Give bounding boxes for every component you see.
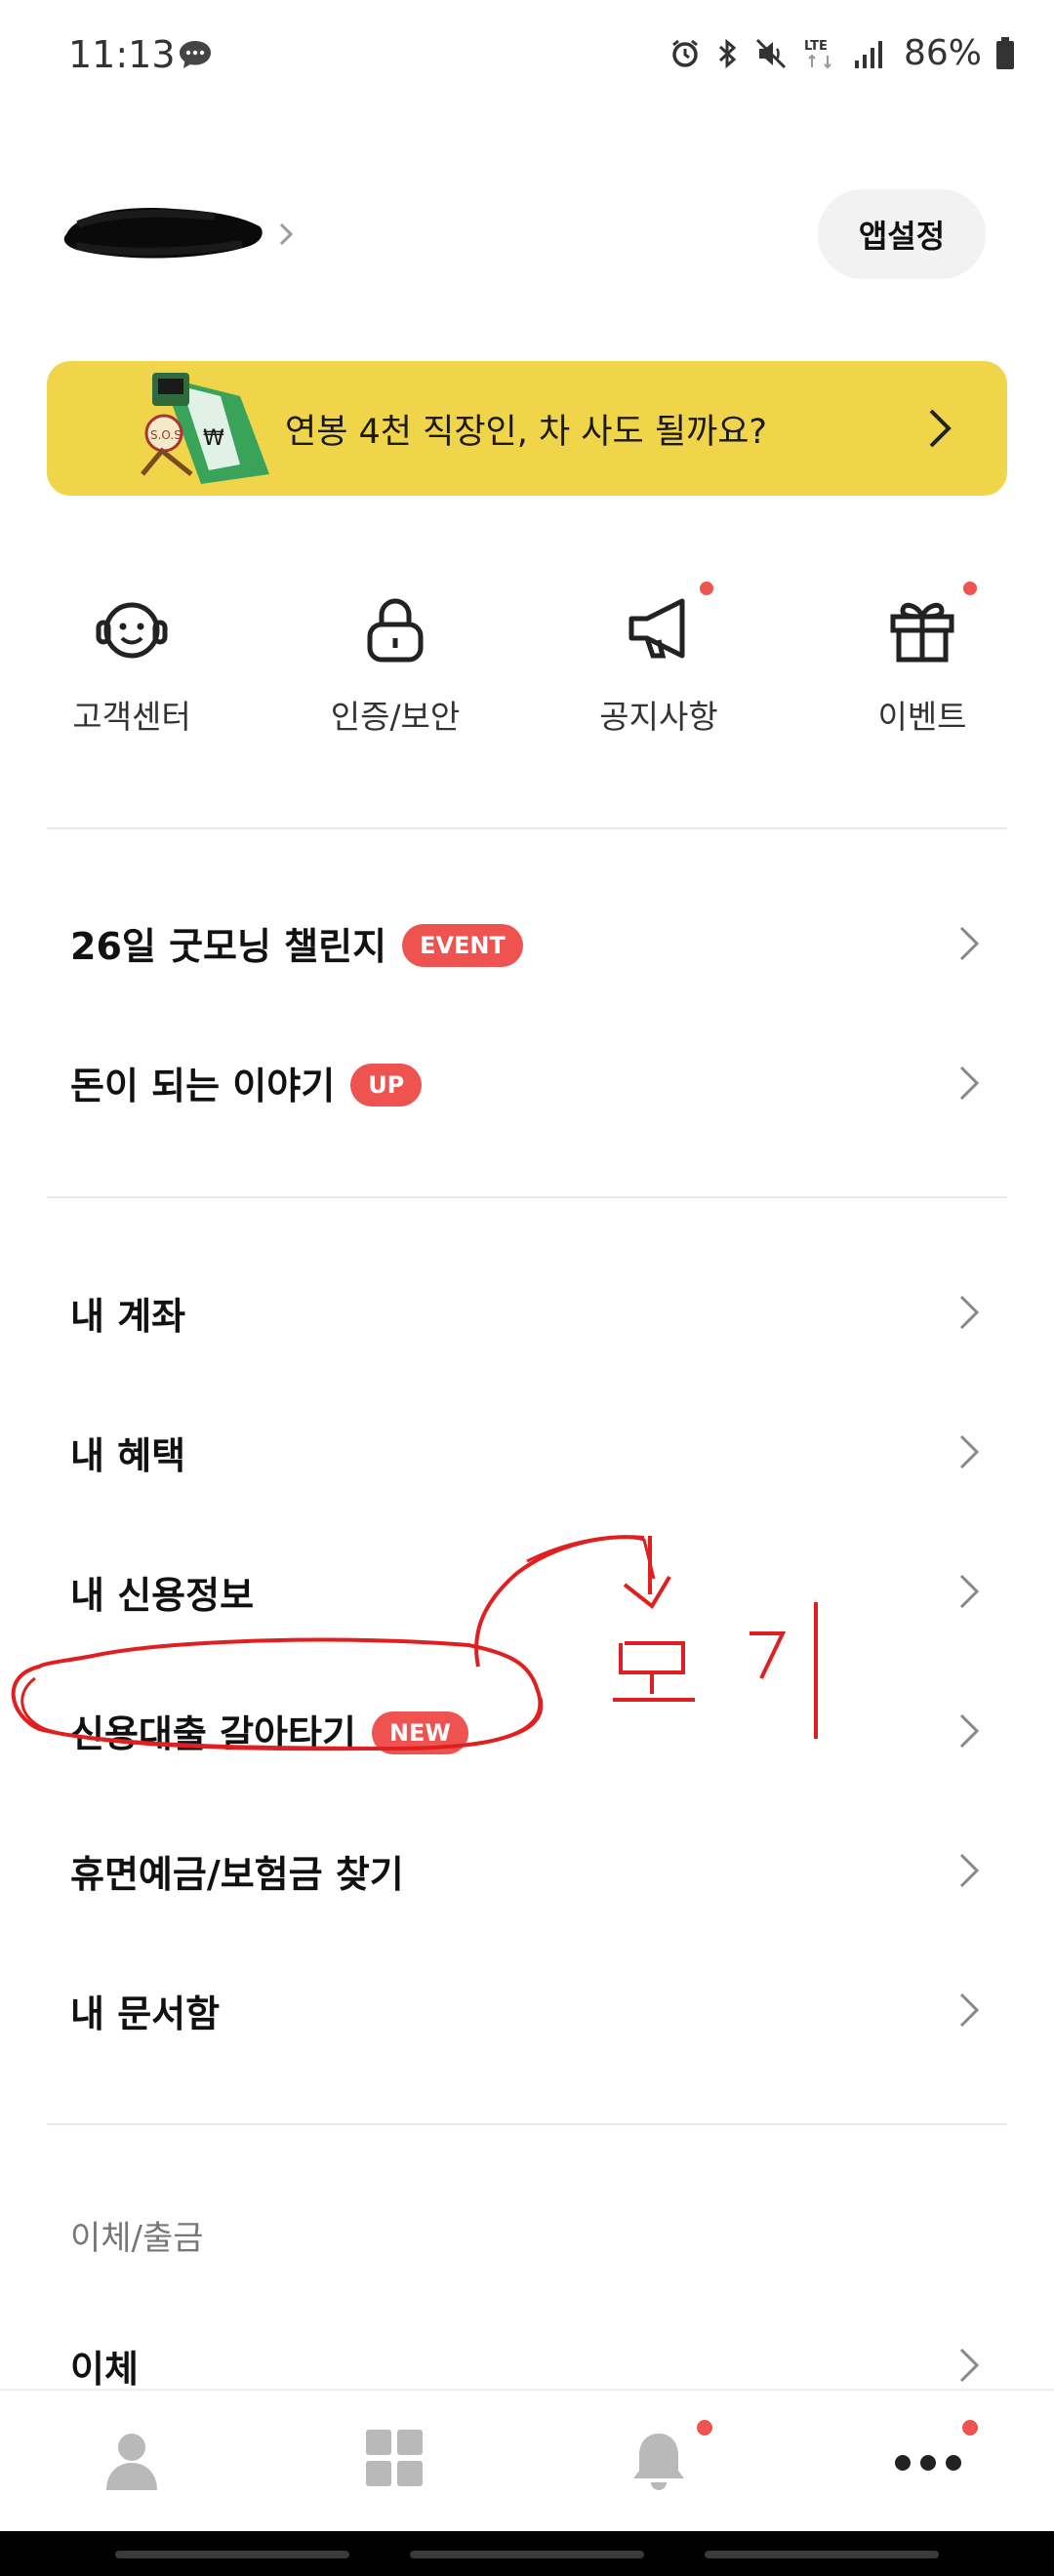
alarm-icon [672, 39, 698, 67]
quick-item-event[interactable]: 이벤트 [825, 576, 1020, 751]
nav-menu-grid[interactable] [264, 2391, 527, 2533]
quick-item-customer-center[interactable]: 고객센터 [34, 576, 229, 751]
row-label: 돈이 되는 이야기 UP [70, 1056, 423, 1110]
divider [47, 2123, 1007, 2125]
mute-icon [755, 38, 787, 68]
row-label: 이체 [70, 2347, 139, 2391]
nav-notifications[interactable] [527, 2391, 790, 2533]
quick-label: 인증/보안 [330, 698, 461, 736]
list-item-my-documents[interactable]: 내 문서함 [0, 1952, 1054, 2069]
notification-dot [697, 2420, 712, 2435]
gesture-line [115, 2551, 349, 2558]
battery-icon [996, 36, 1014, 69]
section-caption-transfer: 이체/출금 [70, 2219, 204, 2258]
app-settings-button[interactable]: 앱설정 [818, 189, 986, 279]
quick-item-notice[interactable]: 공지사항 [561, 576, 756, 751]
bluetooth-icon [718, 38, 737, 68]
grid-icon [366, 2430, 423, 2486]
svg-text:LTE: LTE [804, 39, 828, 54]
megaphone-icon [628, 598, 685, 659]
banner-illustration-icon: S.O.S ₩ [141, 373, 269, 484]
event-dot [963, 582, 977, 595]
status-bar: 11:13 LTE 86% [0, 0, 1054, 117]
quick-label: 고객센터 [72, 698, 191, 736]
chevron-right-icon [959, 1992, 980, 2028]
person-icon [106, 2434, 157, 2490]
quick-item-security[interactable]: 인증/보안 [298, 576, 493, 751]
signal-icon [854, 40, 882, 68]
row-label-text: 돈이 되는 이야기 [70, 1065, 336, 1108]
quick-label: 공지사항 [599, 698, 718, 736]
chevron-right-icon [959, 1713, 980, 1749]
gesture-line [705, 2551, 939, 2558]
status-icons: LTE 86% [669, 33, 1015, 73]
chevron-right-icon [959, 926, 980, 961]
more-icon [895, 2455, 961, 2471]
svg-text:S.O.S: S.O.S [150, 428, 182, 442]
row-label: 내 계좌 [70, 1294, 186, 1338]
chevron-right-icon [959, 1295, 980, 1330]
chevron-right-icon [959, 1574, 980, 1609]
bell-icon [633, 2434, 684, 2490]
row-label: 휴면예금/보험금 찾기 [70, 1852, 404, 1896]
status-time: 11:13 [68, 33, 176, 76]
notice-dot [700, 582, 713, 595]
chat-notification-icon [180, 41, 211, 68]
gesture-line [410, 2551, 644, 2558]
chevron-right-icon [959, 1853, 980, 1888]
chevron-right-icon [959, 2348, 980, 2383]
list-item-loan-refinance[interactable]: 신용대출 갈아타기 NEW [0, 1672, 1054, 1790]
headset-icon [96, 602, 168, 659]
lte-icon: LTE [804, 39, 831, 68]
up-badge: UP [350, 1063, 423, 1107]
quick-label: 이벤트 [877, 698, 967, 736]
banner-text: 연봉 4천 직장인, 차 사도 될까요? [285, 413, 767, 452]
event-badge: EVENT [402, 923, 523, 967]
promo-banner[interactable]: S.O.S ₩ 연봉 4천 직장인, 차 사도 될까요? [47, 361, 1007, 496]
list-item-morning-challenge[interactable]: 26일 굿모닝 챌린지 EVENT [0, 885, 1054, 1002]
quick-menu: 고객센터 인증/보안 공지사항 이벤트 [0, 576, 1054, 751]
list-item-money-story[interactable]: 돈이 되는 이야기 UP [0, 1025, 1054, 1142]
list-item-my-credit-info[interactable]: 내 신용정보 [0, 1533, 1054, 1650]
row-label: 26일 굿모닝 챌린지 EVENT [70, 916, 523, 971]
chevron-right-icon [959, 1066, 980, 1101]
row-label: 내 혜택 [70, 1433, 186, 1477]
row-label: 신용대출 갈아타기 NEW [70, 1704, 468, 1758]
lock-icon [367, 598, 424, 663]
chevron-right-icon [959, 1434, 980, 1469]
divider [47, 827, 1007, 829]
nav-profile[interactable] [0, 2391, 264, 2533]
gift-icon [890, 602, 954, 663]
row-label: 내 신용정보 [70, 1573, 255, 1617]
list-item-dormant-deposits[interactable]: 휴면예금/보험금 찾기 [0, 1812, 1054, 1929]
list-item-my-benefits[interactable]: 내 혜택 [0, 1393, 1054, 1510]
nav-more[interactable] [790, 2391, 1054, 2533]
divider [47, 1196, 1007, 1198]
row-label-text: 26일 굿모닝 챌린지 [70, 925, 387, 969]
more-dot [962, 2420, 978, 2435]
new-badge: NEW [371, 1711, 468, 1754]
battery-percent: 86% [903, 33, 982, 73]
profile-name-redacted[interactable] [59, 195, 293, 273]
gesture-bar [0, 2531, 1054, 2576]
list-item-my-account[interactable]: 내 계좌 [0, 1254, 1054, 1371]
chevron-right-icon [929, 409, 952, 448]
row-label-text: 신용대출 갈아타기 [70, 1712, 356, 1756]
row-label: 내 문서함 [70, 1992, 221, 2035]
svg-text:₩: ₩ [203, 426, 224, 451]
bottom-nav [0, 2389, 1054, 2531]
